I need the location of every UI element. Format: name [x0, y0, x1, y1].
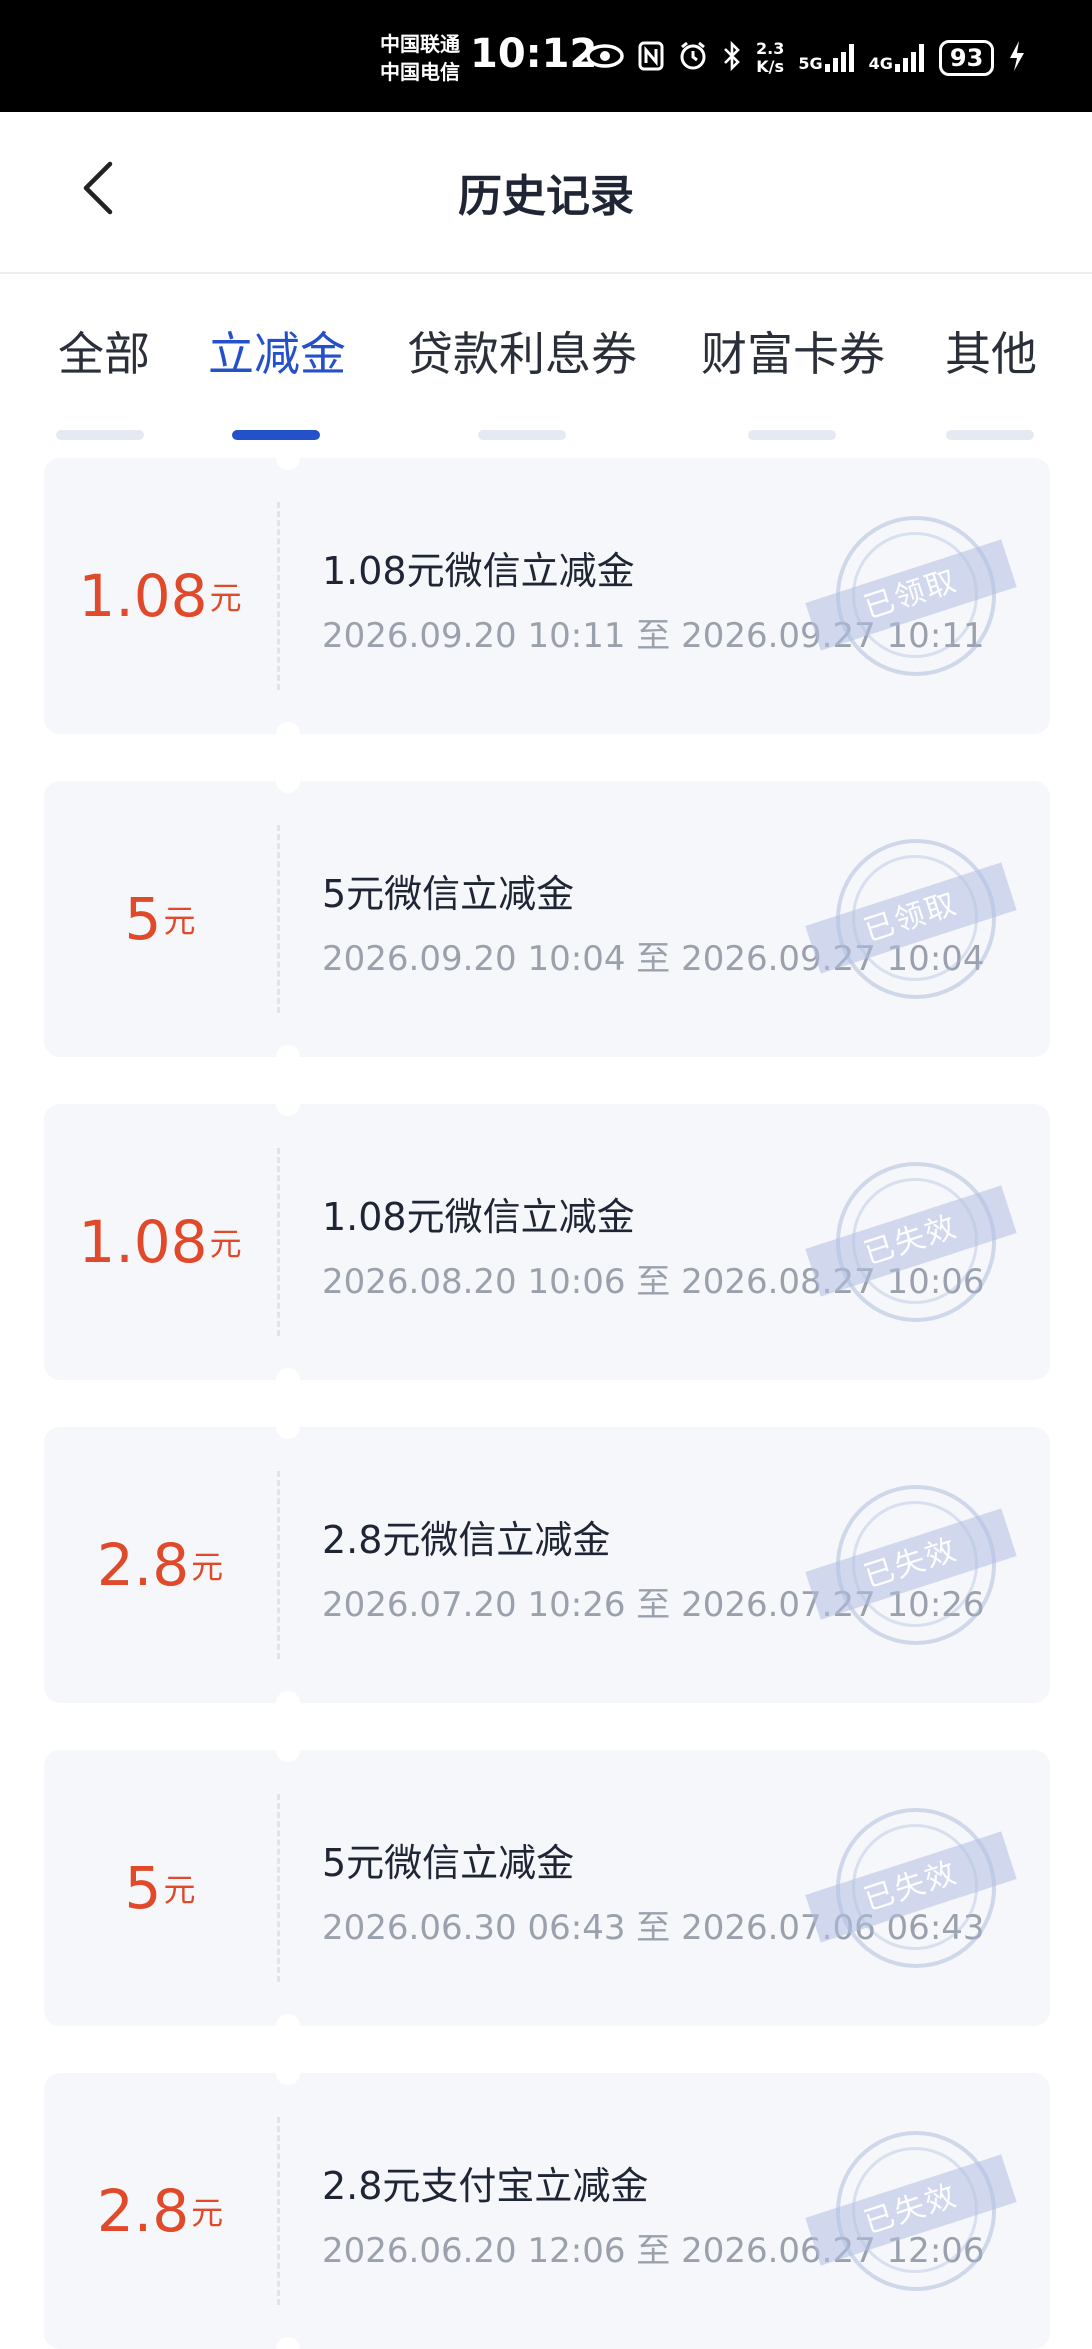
- status-stamp: 已失效: [805, 2131, 1017, 2291]
- tab-loan-interest[interactable]: 贷款利息券: [404, 318, 640, 440]
- tab-label: 财富卡券: [701, 327, 885, 381]
- coupon-title: 5元微信立减金: [322, 872, 575, 916]
- tab-label: 全部: [58, 327, 150, 381]
- status-time: 10:12: [470, 31, 598, 77]
- amount-unit: 元: [209, 1225, 242, 1263]
- amount-unit: 元: [163, 902, 196, 940]
- amount-value: 2.8: [96, 1531, 190, 1599]
- network-speed-value: 2.3: [756, 39, 785, 58]
- ticket-notch: [276, 2073, 300, 2085]
- ticket-notch: [276, 458, 300, 470]
- nav-bar: 历史记录: [0, 112, 1092, 274]
- ticket-notch: [276, 1368, 300, 1380]
- tab-other[interactable]: 其他: [944, 318, 1038, 440]
- tab-indicator: [748, 430, 836, 440]
- ticket-notch: [276, 781, 300, 793]
- coupon-card[interactable]: 2.8 元 2.8元支付宝立减金 2026.06.20 12:06 至 2026.…: [44, 2073, 1050, 2349]
- tab-label: 其他: [945, 327, 1037, 381]
- network-speed: 2.3 K/s: [756, 40, 784, 76]
- ticket-notch: [276, 2014, 300, 2026]
- coupon-amount: 2.8 元: [44, 1427, 276, 1703]
- eye-icon: [586, 43, 624, 74]
- status-stamp: 已失效: [805, 1162, 1017, 1322]
- amount-value: 1.08: [78, 1208, 208, 1276]
- dashed-divider: [277, 1148, 280, 1336]
- network-speed-unit: K/s: [756, 57, 785, 76]
- dashed-divider: [277, 502, 280, 690]
- ticket-notch: [276, 1104, 300, 1116]
- coupon-amount: 5元: [44, 1750, 276, 2026]
- tab-indicator: [478, 430, 566, 440]
- coupon-amount: 5元: [44, 781, 276, 1057]
- bluetooth-icon: [722, 40, 742, 76]
- ticket-notch: [276, 1750, 300, 1762]
- coupon-amount: 1.08 元: [44, 458, 276, 734]
- coupon-card[interactable]: 1.08 元 1.08元微信立减金 2026.09.20 10:11 至 2026…: [44, 458, 1050, 734]
- status-stamp: 已失效: [805, 1485, 1017, 1645]
- carrier-names: 中国联通 中国电信: [380, 30, 460, 86]
- network-type-1: 5G: [798, 54, 823, 73]
- coupon-title: 2.8元支付宝立减金: [322, 2164, 649, 2208]
- coupon-card[interactable]: 5元 5元微信立减金 2026.09.20 10:04 至 2026.09.27…: [44, 781, 1050, 1057]
- dashed-divider: [277, 1471, 280, 1659]
- tab-active-indicator: [232, 430, 320, 440]
- amount-unit: 元: [163, 1871, 196, 1909]
- amount-value: 1.08: [78, 562, 208, 630]
- alarm-icon: [678, 41, 708, 76]
- coupon-title: 1.08元微信立减金: [322, 549, 635, 593]
- signal-bars-icon: [894, 44, 925, 72]
- tab-instant-discount[interactable]: 立减金: [206, 318, 348, 440]
- coupon-amount: 1.08 元: [44, 1104, 276, 1380]
- nfc-icon: [638, 41, 664, 76]
- ticket-notch: [276, 2337, 300, 2349]
- coupon-amount: 2.8 元: [44, 2073, 276, 2349]
- ticket-notch: [276, 722, 300, 734]
- ticket-notch: [276, 1045, 300, 1057]
- ticket-notch: [276, 1691, 300, 1703]
- network-type-2: 4G: [868, 54, 893, 73]
- amount-unit: 元: [191, 1548, 224, 1586]
- status-bar: 中国联通 中国电信 10:12 2.3 K/s 5G 4G 93: [0, 0, 1092, 112]
- signal-bars-icon: [824, 44, 855, 72]
- amount-unit: 元: [191, 2194, 224, 2232]
- status-icons: 2.3 K/s 5G 4G 93: [586, 38, 1026, 78]
- tab-all[interactable]: 全部: [54, 318, 154, 440]
- amount-value: 2.8: [96, 2177, 190, 2245]
- tab-indicator: [946, 430, 1034, 440]
- signal-5g: 5G: [798, 44, 854, 72]
- status-stamp: 已领取: [805, 839, 1017, 999]
- dashed-divider: [277, 1794, 280, 1982]
- tab-wealth-coupons[interactable]: 财富卡券: [698, 318, 888, 440]
- coupon-card[interactable]: 1.08 元 1.08元微信立减金 2026.08.20 10:06 至 2026…: [44, 1104, 1050, 1380]
- category-tabs: 全部 立减金 贷款利息券 财富卡券 其他: [0, 290, 1092, 440]
- carrier-1: 中国联通: [380, 32, 460, 56]
- dashed-divider: [277, 825, 280, 1013]
- tab-indicator: [56, 430, 144, 440]
- coupon-title: 1.08元微信立减金: [322, 1195, 635, 1239]
- page-title: 历史记录: [458, 171, 634, 222]
- coupon-title: 5元微信立减金: [322, 1841, 575, 1885]
- tab-label: 立减金: [208, 327, 346, 381]
- battery-level: 93: [938, 40, 995, 76]
- dashed-divider: [277, 2117, 280, 2305]
- carrier-2: 中国电信: [380, 60, 460, 84]
- status-stamp: 已失效: [805, 1808, 1017, 1968]
- ticket-notch: [276, 1427, 300, 1439]
- amount-value: 5: [124, 885, 162, 953]
- coupon-card[interactable]: 5元 5元微信立减金 2026.06.30 06:43 至 2026.07.06…: [44, 1750, 1050, 2026]
- tab-label: 贷款利息券: [407, 327, 637, 381]
- coupon-card[interactable]: 2.8 元 2.8元微信立减金 2026.07.20 10:26 至 2026.0…: [44, 1427, 1050, 1703]
- coupon-title: 2.8元微信立减金: [322, 1518, 611, 1562]
- status-stamp: 已领取: [805, 516, 1017, 676]
- signal-4g: 4G: [869, 44, 925, 72]
- amount-unit: 元: [209, 579, 242, 617]
- charging-icon: [1008, 40, 1026, 77]
- amount-value: 5: [124, 1854, 162, 1922]
